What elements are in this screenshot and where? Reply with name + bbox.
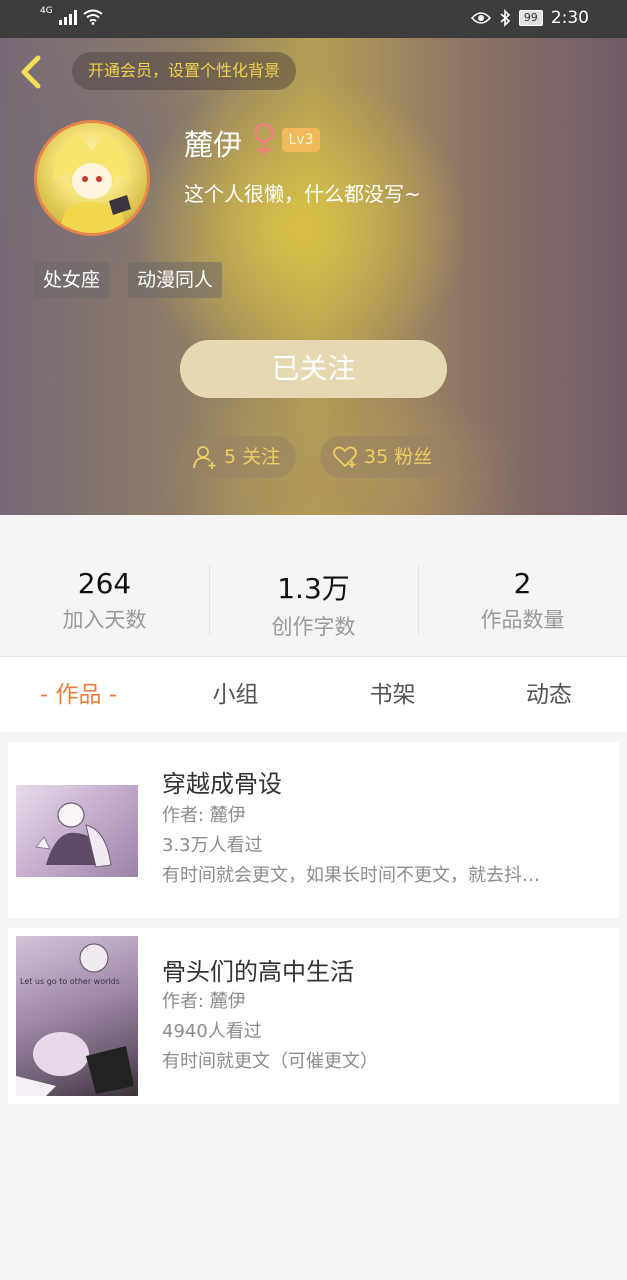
stat-value: 1.3万	[277, 572, 350, 605]
tab-groups[interactable]: 小组	[157, 657, 314, 733]
work-cover[interactable]: Let us go to other worlds	[16, 936, 138, 1096]
status-left: 4G	[40, 6, 103, 25]
status-right: 99 2:30	[470, 8, 589, 28]
vip-background-prompt[interactable]: 开通会员，设置个性化背景	[72, 52, 297, 90]
stat-label: 作品数量	[480, 608, 565, 632]
cover-text: Let us go to other worlds	[20, 977, 120, 986]
work-cover[interactable]	[16, 785, 138, 877]
stat-value: 264	[77, 567, 132, 600]
profile-stats: 264 加入天数 1.3万 创作字数 2 作品数量	[0, 515, 627, 655]
bio-text: 这个人很懒，什么都没写~	[184, 182, 421, 206]
fans-count: 35 粉丝	[364, 446, 433, 468]
stat-value: 2	[513, 567, 532, 600]
profile-header: 开通会员，设置个性化背景 麓伊 Lv3 这个人很懒，什么都没写~ 处女座 动漫同…	[0, 38, 627, 515]
work-description: 有时间就更文（可催更文）	[162, 1051, 378, 1072]
work-title[interactable]: 骨头们的高中生活	[162, 952, 354, 987]
level-badge: Lv3	[282, 128, 320, 152]
work-card[interactable]: 穿越成骨设 作者: 麓伊 3.3万人看过 有时间就会更文，如果长时间不更文，就去…	[8, 742, 619, 918]
tab-activity[interactable]: 动态	[471, 657, 627, 733]
stat-word-count: 1.3万 创作字数	[209, 567, 418, 641]
bluetooth-icon	[500, 9, 510, 27]
clock: 2:30	[550, 8, 589, 28]
avatar[interactable]	[34, 120, 150, 236]
eye-icon	[470, 12, 491, 24]
battery-icon: 99	[518, 10, 543, 26]
cover-illustration	[35, 802, 112, 868]
nickname: 麓伊	[184, 128, 243, 162]
tab-bar: - 作品 - 小组 书架 动态	[0, 656, 627, 732]
tag-interest[interactable]: 动漫同人	[128, 262, 223, 298]
stat-label: 创作字数	[271, 615, 356, 639]
work-views: 4940人看过	[162, 1021, 262, 1042]
tab-bookshelf[interactable]: 书架	[314, 657, 471, 733]
following-pill[interactable]: 5 关注	[180, 436, 296, 478]
work-author: 作者: 麓伊	[162, 991, 246, 1012]
back-arrow-icon[interactable]	[14, 52, 48, 92]
stat-label: 加入天数	[62, 608, 147, 632]
work-description: 有时间就会更文，如果长时间不更文，就去抖…	[162, 865, 540, 886]
work-author: 作者: 麓伊	[162, 805, 246, 826]
works-list: 穿越成骨设 作者: 麓伊 3.3万人看过 有时间就会更文，如果长时间不更文，就去…	[0, 732, 627, 1280]
stat-join-days: 264 加入天数	[0, 567, 209, 634]
wifi-icon	[83, 9, 103, 25]
work-card[interactable]: Let us go to other worlds 骨头们的高中生活 作者: 麓…	[8, 928, 619, 1104]
following-count: 5 关注	[224, 446, 281, 468]
signal-icon	[58, 9, 77, 25]
followed-button[interactable]: 已关注	[180, 340, 447, 398]
tag-zodiac[interactable]: 处女座	[34, 262, 110, 298]
network-type: 4G	[40, 6, 53, 16]
cover-illustration: Let us go to other worlds	[16, 943, 134, 1096]
work-views: 3.3万人看过	[162, 835, 263, 856]
stat-works-count: 2 作品数量	[418, 567, 627, 634]
work-title[interactable]: 穿越成骨设	[162, 764, 282, 799]
female-icon	[254, 123, 274, 157]
status-bar: 4G 99 2:30	[0, 0, 627, 38]
fans-pill[interactable]: 35 粉丝	[320, 436, 447, 478]
tab-works[interactable]: - 作品 -	[0, 657, 157, 733]
add-user-icon	[193, 446, 216, 469]
avatar-illustration	[52, 131, 132, 233]
heart-icon	[333, 446, 357, 468]
